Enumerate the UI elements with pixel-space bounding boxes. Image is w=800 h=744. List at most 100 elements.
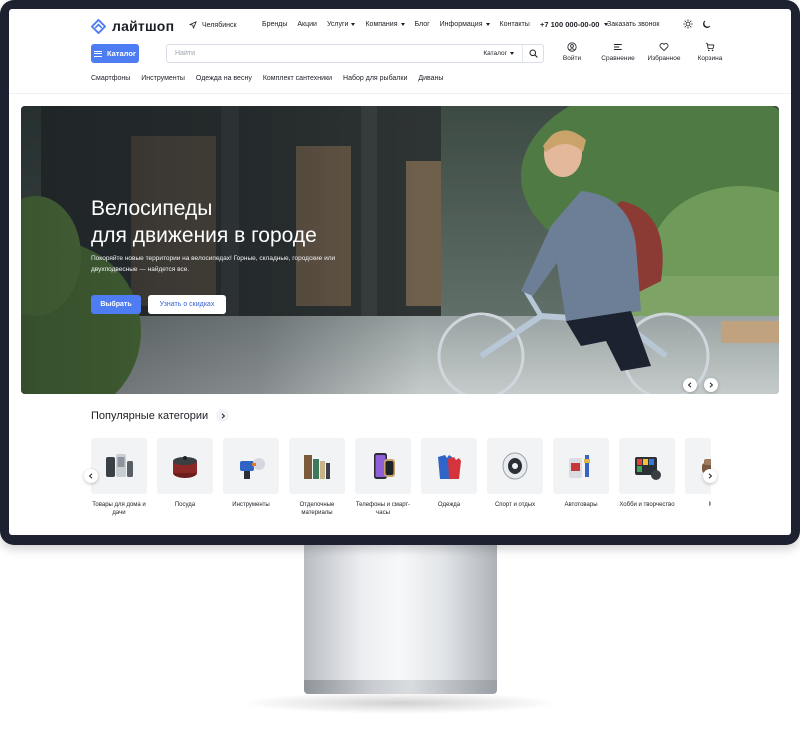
category-link[interactable]: Одежда на весну bbox=[196, 75, 252, 82]
popular-categories-carousel: Товары для дома и дачи Посуда Инструмент… bbox=[91, 438, 711, 535]
catalog-button[interactable]: Каталог bbox=[91, 44, 139, 63]
compare-icon bbox=[613, 44, 622, 50]
theme-toggles bbox=[683, 19, 712, 29]
building-materials-icon bbox=[304, 455, 330, 479]
nav-item-services[interactable]: Услуги bbox=[327, 21, 356, 28]
category-link[interactable]: Набор для рыбалки bbox=[343, 75, 407, 82]
logo[interactable]: лайтшоп bbox=[91, 18, 174, 34]
category-image bbox=[487, 438, 543, 494]
logo-text: лайтшоп bbox=[112, 18, 175, 34]
search-bar: Каталог bbox=[166, 44, 544, 63]
categories-prev-button[interactable] bbox=[84, 469, 98, 483]
category-label: Хобби и творчество bbox=[619, 502, 675, 508]
category-card[interactable]: Посуда bbox=[157, 438, 213, 517]
hero-text-scrim bbox=[21, 106, 421, 394]
city-name: Челябинск bbox=[202, 21, 237, 29]
hero-discounts-button[interactable]: Узнать о скидках bbox=[148, 295, 226, 314]
top-bar: лайтшоп Челябинск Бренды Акции Услуги Ко… bbox=[9, 9, 791, 43]
heart-icon bbox=[659, 43, 669, 51]
header-divider bbox=[9, 93, 791, 94]
category-card[interactable]: Хобби и творчество bbox=[619, 438, 675, 517]
category-image bbox=[223, 438, 279, 494]
category-image bbox=[685, 438, 711, 494]
hero-banner: Велосипеды для движения в городе Покоряй… bbox=[21, 106, 779, 394]
monitor-stand-base bbox=[304, 680, 497, 694]
hero-choose-button[interactable]: Выбрать bbox=[91, 295, 141, 314]
slider-prev-button[interactable] bbox=[683, 378, 697, 392]
logo-icon bbox=[91, 18, 106, 34]
nav-item-promos[interactable]: Акции bbox=[297, 21, 317, 28]
category-image bbox=[91, 438, 147, 494]
car-goods-icon bbox=[569, 455, 590, 478]
category-card[interactable]: Спорт и отдых bbox=[487, 438, 543, 517]
nav-item-info[interactable]: Информация bbox=[440, 21, 490, 28]
phone-number[interactable]: +7 100 000-00-00 bbox=[540, 20, 609, 29]
clothing-icon bbox=[438, 455, 461, 479]
category-label: Ме bbox=[682, 501, 711, 509]
category-image bbox=[421, 438, 477, 494]
user-actions: Войти Сравнение Избранное Корзина bbox=[549, 42, 733, 62]
category-label: Одежда bbox=[437, 502, 461, 508]
sports-icon bbox=[502, 452, 528, 480]
cart-button[interactable]: Корзина bbox=[687, 42, 733, 62]
smartphone-icon bbox=[374, 453, 395, 479]
popular-categories-link[interactable] bbox=[216, 409, 230, 422]
monitor-frame: лайтшоп Челябинск Бренды Акции Услуги Ко… bbox=[0, 0, 800, 545]
compare-button[interactable]: Сравнение bbox=[595, 42, 641, 62]
nav-item-company[interactable]: Компания bbox=[365, 21, 405, 28]
category-link[interactable]: Диваны bbox=[418, 75, 443, 82]
login-button[interactable]: Войти bbox=[549, 42, 595, 62]
search-button[interactable] bbox=[523, 45, 543, 62]
category-card[interactable]: Инструменты bbox=[223, 438, 279, 517]
categories-next-button[interactable] bbox=[703, 469, 717, 483]
top-nav: Бренды Акции Услуги Компания Блог Информ… bbox=[262, 21, 530, 28]
cart-icon bbox=[705, 42, 715, 52]
location-arrow-icon bbox=[189, 21, 197, 29]
nav-item-brands[interactable]: Бренды bbox=[262, 21, 287, 28]
category-link[interactable]: Смартфоны bbox=[91, 75, 130, 82]
chevron-down-icon bbox=[400, 23, 405, 26]
popular-categories-heading: Популярные категории bbox=[91, 409, 230, 422]
chevron-left-icon bbox=[88, 473, 93, 479]
category-card[interactable]: Товары для дома и дачи bbox=[91, 438, 147, 517]
chevron-down-icon bbox=[510, 52, 514, 55]
search-input[interactable] bbox=[167, 50, 484, 57]
chevron-right-icon bbox=[709, 382, 714, 388]
hero-slider-controls bbox=[683, 378, 718, 392]
category-link[interactable]: Инструменты bbox=[141, 75, 185, 82]
favorites-button[interactable]: Избранное bbox=[641, 42, 687, 62]
category-image bbox=[619, 438, 675, 494]
menu-icon bbox=[93, 50, 102, 57]
hero-title: Велосипеды для движения в городе bbox=[91, 197, 317, 247]
chevron-left-icon bbox=[687, 382, 692, 388]
category-label: Товары для дома и дачи bbox=[92, 502, 146, 516]
category-label: Инструменты bbox=[232, 502, 270, 508]
search-scope-select[interactable]: Каталог bbox=[483, 45, 523, 62]
user-icon bbox=[567, 42, 577, 52]
nav-item-contacts[interactable]: Контакты bbox=[500, 21, 530, 28]
category-image bbox=[289, 438, 345, 494]
browser-viewport: лайтшоп Челябинск Бренды Акции Услуги Ко… bbox=[9, 9, 791, 535]
callback-link[interactable]: Заказать звонок bbox=[607, 21, 659, 28]
chevron-right-icon bbox=[221, 412, 225, 419]
chevron-right-icon bbox=[708, 473, 713, 479]
category-image bbox=[355, 438, 411, 494]
category-label: Спорт и отдых bbox=[494, 502, 536, 508]
category-nav: Смартфоны Инструменты Одежда на весну Ко… bbox=[91, 75, 443, 82]
kitchen-appliances-icon bbox=[106, 454, 133, 477]
chevron-down-icon bbox=[351, 23, 356, 26]
slider-next-button[interactable] bbox=[704, 378, 718, 392]
category-link[interactable]: Комплект сантехники bbox=[263, 75, 332, 82]
category-card[interactable]: Одежда bbox=[421, 438, 477, 517]
city-selector[interactable]: Челябинск bbox=[189, 21, 237, 29]
hero-description: Покоряйте новые территории на велосипеда… bbox=[91, 255, 336, 273]
chevron-down-icon bbox=[485, 23, 490, 26]
category-card[interactable]: Телефоны и смарт-часы bbox=[355, 438, 411, 517]
nav-item-blog[interactable]: Блог bbox=[415, 21, 430, 28]
category-label: Посуда bbox=[174, 502, 196, 508]
category-card[interactable]: Отделочные материалы bbox=[289, 438, 345, 517]
sun-icon[interactable] bbox=[683, 19, 693, 29]
moon-icon[interactable] bbox=[702, 19, 712, 29]
category-label: Отделочные материалы bbox=[299, 502, 335, 516]
category-card[interactable]: Автотовары bbox=[553, 438, 609, 517]
